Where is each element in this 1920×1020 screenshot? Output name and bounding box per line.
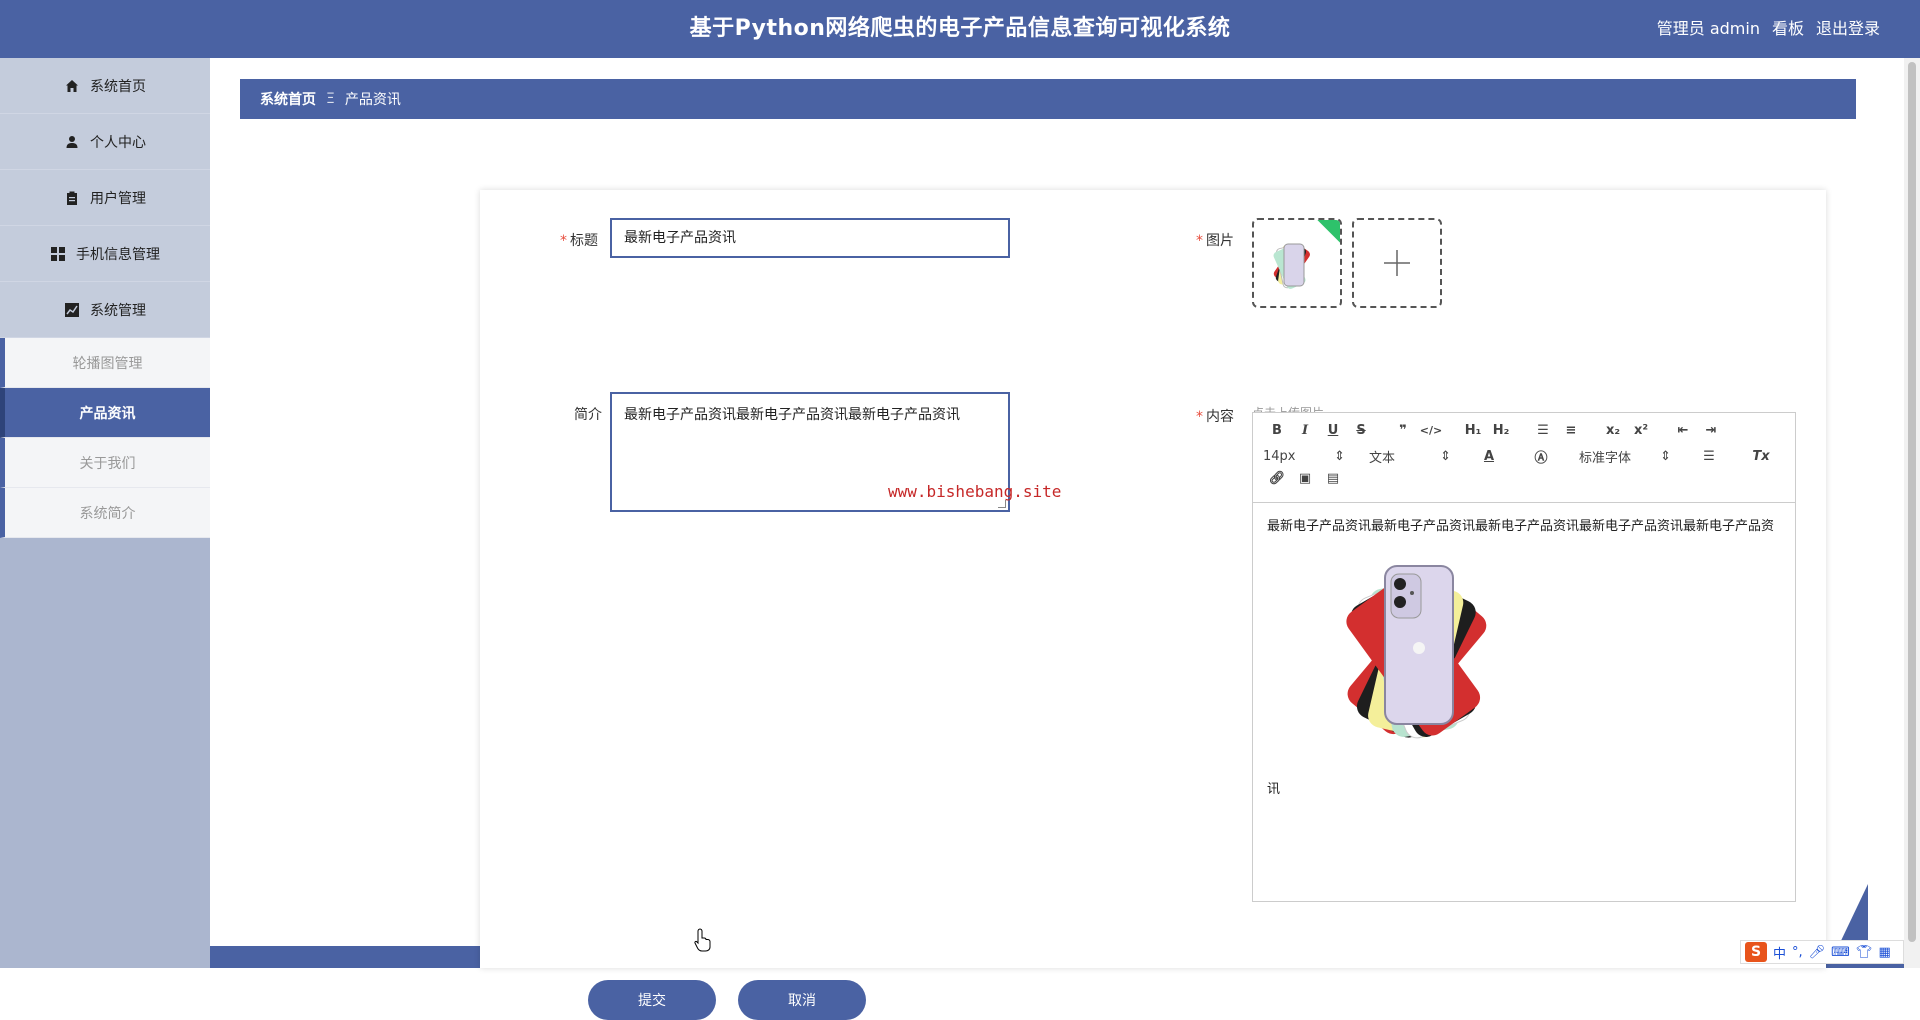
select-arrow-icon: ⇕ xyxy=(1660,449,1671,464)
plus-icon xyxy=(1384,250,1410,276)
home-icon xyxy=(64,78,80,94)
upload-add-button[interactable] xyxy=(1352,218,1442,308)
video-icon[interactable]: ▤ xyxy=(1319,471,1347,486)
menu-grid-icon[interactable]: ▦ xyxy=(1878,945,1890,960)
skin-icon[interactable]: 👕︎ xyxy=(1856,945,1873,960)
required-marker: * xyxy=(1196,409,1203,425)
app-title: 基于Python网络爬虫的电子产品信息查询可视化系统 xyxy=(689,16,1231,41)
rich-text-editor: B I U S ❞ </> H₁ H₂ ☰ ≡ x₂ x² ⇤ ⇥ 14px ⇕… xyxy=(1252,412,1796,902)
scrollbar-thumb[interactable] xyxy=(1908,62,1916,942)
phone-thumbnail-image xyxy=(1273,243,1310,289)
sogou-logo-icon: S xyxy=(1745,942,1767,962)
link-icon[interactable]: 🔗︎ xyxy=(1263,471,1291,486)
align-icon[interactable]: ☰ xyxy=(1695,449,1723,464)
clear-format-icon[interactable]: Tx xyxy=(1747,449,1775,464)
underline-icon[interactable]: U xyxy=(1319,423,1347,438)
sidebar-subitem-intro[interactable]: 系统简介 xyxy=(0,488,210,538)
editor-text-line: 最新电子产品资讯最新电子产品资讯最新电子产品资讯最新电子产品资讯最新电子产品资 xyxy=(1267,519,1775,534)
cancel-button[interactable]: 取消 xyxy=(738,980,866,1020)
resize-handle[interactable] xyxy=(998,500,1006,508)
user-label: 管理员 admin xyxy=(1656,19,1760,38)
sidebar-item-phones[interactable]: 手机信息管理 xyxy=(0,226,210,282)
required-marker: * xyxy=(1196,233,1203,249)
heading1-icon[interactable]: H₁ xyxy=(1459,423,1487,438)
sidebar-item-label: 系统首页 xyxy=(90,78,146,95)
keyboard-icon[interactable]: ⌨ xyxy=(1831,945,1850,960)
sidebar: 系统首页 个人中心 用户管理 手机信息管理 系统管理 轮播图管理 产品资讯 关于… xyxy=(0,58,210,968)
ime-toolbar[interactable]: S 中 °, 🎤︎ ⌨ 👕︎ ▦ xyxy=(1740,940,1904,964)
strikethrough-icon[interactable]: S xyxy=(1347,423,1375,438)
select-arrow-icon: ⇕ xyxy=(1440,449,1451,464)
ime-language[interactable]: 中 xyxy=(1773,943,1786,962)
font-size-select[interactable]: 14px ⇕ xyxy=(1263,449,1345,464)
title-input[interactable]: 最新电子产品资讯 xyxy=(610,218,1010,258)
blockquote-icon[interactable]: ❞ xyxy=(1389,423,1417,438)
logout-link[interactable]: 退出登录 xyxy=(1816,0,1880,58)
superscript-icon[interactable]: x² xyxy=(1627,423,1655,438)
phones-image xyxy=(1346,565,1487,739)
sidebar-item-profile[interactable]: 个人中心 xyxy=(0,114,210,170)
sidebar-item-label: 个人中心 xyxy=(90,134,146,151)
sidebar-item-users[interactable]: 用户管理 xyxy=(0,170,210,226)
board-link[interactable]: 看板 xyxy=(1772,0,1804,58)
ordered-list-icon[interactable]: ☰ xyxy=(1529,423,1557,438)
required-marker: * xyxy=(560,233,567,249)
breadcrumb-current: 产品资讯 xyxy=(344,92,401,108)
bold-icon[interactable]: B xyxy=(1263,423,1291,438)
grid-icon xyxy=(50,246,66,262)
sidebar-submenu: 轮播图管理 产品资讯 关于我们 系统简介 xyxy=(0,338,210,538)
indent-icon[interactable]: ⇥ xyxy=(1697,423,1725,438)
title-label: * 标题 xyxy=(560,233,598,249)
summary-text: 最新电子产品资讯最新电子产品资讯最新电子产品资讯 xyxy=(624,407,960,423)
header-actions: 管理员 admin 看板 退出登录 xyxy=(1657,0,1880,58)
bullet-list-icon[interactable]: ≡ xyxy=(1557,423,1585,438)
ime-punctuation[interactable]: °, xyxy=(1792,945,1803,960)
outdent-icon[interactable]: ⇤ xyxy=(1669,423,1697,438)
sidebar-item-label: 系统管理 xyxy=(90,302,146,319)
hand-cursor-icon xyxy=(694,928,711,952)
clipboard-icon xyxy=(64,190,80,206)
sidebar-item-system[interactable]: 系统管理 xyxy=(0,282,210,338)
breadcrumb-separator: Ξ xyxy=(326,91,335,107)
background-color-icon[interactable]: Ⓐ xyxy=(1527,447,1555,466)
uploaded-image-thumb[interactable] xyxy=(1252,218,1342,308)
code-icon[interactable]: </> xyxy=(1417,424,1445,437)
summary-label: 简介 xyxy=(574,407,602,423)
editor-toolbar: B I U S ❞ </> H₁ H₂ ☰ ≡ x₂ x² ⇤ ⇥ 14px ⇕… xyxy=(1253,413,1795,503)
main-content: 系统首页 Ξ 产品资讯 * 标题 最新电子产品资讯 简介 最新电子产品资讯最新电子… xyxy=(210,58,1904,1020)
select-arrow-icon: ⇕ xyxy=(1334,449,1345,464)
watermark-text: www.bishebang.site xyxy=(888,482,1062,501)
form-panel: * 标题 最新电子产品资讯 简介 最新电子产品资讯最新电子产品资讯最新电子产品资讯… xyxy=(480,190,1826,1020)
sidebar-subitem-news[interactable]: 产品资讯 xyxy=(0,388,210,438)
vertical-scrollbar[interactable] xyxy=(1904,58,1920,968)
microphone-icon[interactable]: 🎤︎ xyxy=(1809,945,1826,960)
image-label: * 图片 xyxy=(1196,233,1234,249)
sidebar-item-label: 手机信息管理 xyxy=(76,246,160,263)
user-icon xyxy=(64,134,80,150)
sidebar-item-label: 用户管理 xyxy=(90,190,146,207)
sidebar-subitem-about[interactable]: 关于我们 xyxy=(0,438,210,488)
submit-button[interactable]: 提交 xyxy=(588,980,716,1020)
content-label: * 内容 xyxy=(1196,409,1234,425)
sidebar-subitem-carousel[interactable]: 轮播图管理 xyxy=(0,338,210,388)
font-color-icon[interactable]: A xyxy=(1475,449,1503,464)
image-icon[interactable]: ▣ xyxy=(1291,471,1319,486)
heading2-icon[interactable]: H₂ xyxy=(1487,423,1515,438)
sidebar-item-home[interactable]: 系统首页 xyxy=(0,58,210,114)
font-family-select[interactable]: 标准字体 ⇕ xyxy=(1579,447,1671,466)
subscript-icon[interactable]: x₂ xyxy=(1599,423,1627,438)
top-header: 基于Python网络爬虫的电子产品信息查询可视化系统 管理员 admin 看板 … xyxy=(0,0,1920,58)
breadcrumb-home[interactable]: 系统首页 xyxy=(260,89,316,109)
text-style-select[interactable]: 文本 ⇕ xyxy=(1369,447,1451,466)
editor-text-tail: 讯 xyxy=(1267,782,1281,797)
italic-icon[interactable]: I xyxy=(1291,423,1319,438)
editor-content[interactable]: 最新电子产品资讯最新电子产品资讯最新电子产品资讯最新电子产品资讯最新电子产品资 xyxy=(1253,503,1795,809)
chart-icon xyxy=(64,302,80,318)
breadcrumb: 系统首页 Ξ 产品资讯 xyxy=(240,79,1856,119)
